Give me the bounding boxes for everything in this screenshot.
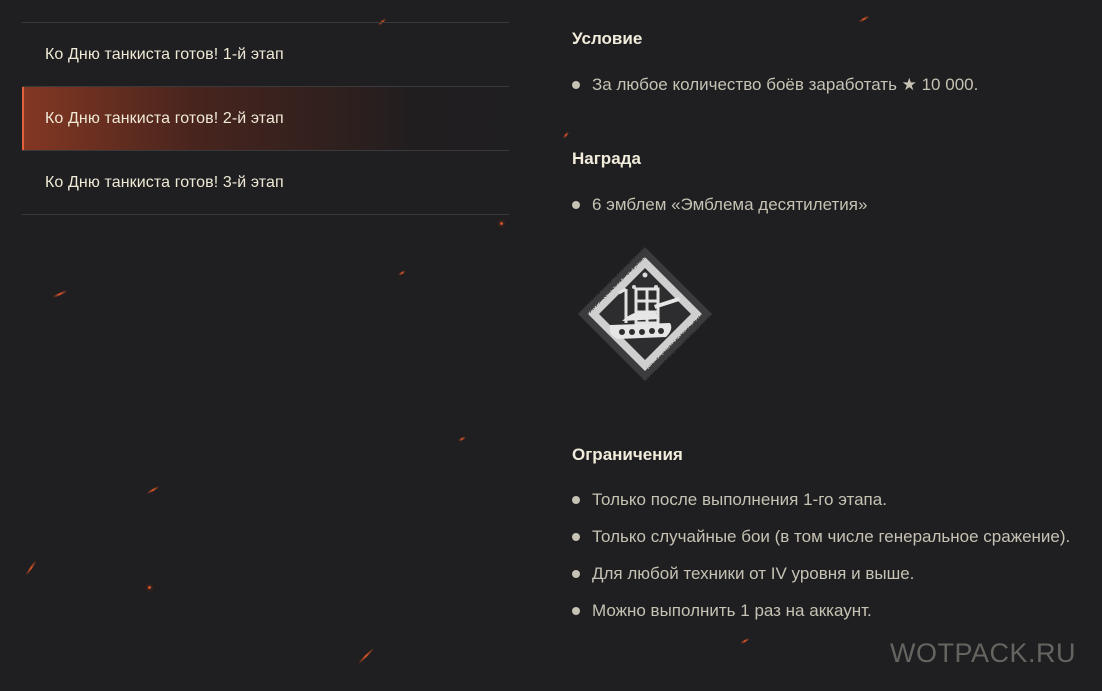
site-watermark: WOTPACK.RU (890, 638, 1076, 668)
restrictions-heading: Ограничения (572, 445, 683, 464)
stage-item-2[interactable]: Ко Дню танкиста готов! 2-й этап (22, 87, 509, 151)
restriction-item: Только после выполнения 1-го этапа. (572, 487, 1092, 512)
reward-list: 6 эмблем «Эмблема десятилетия» (572, 192, 1092, 229)
restriction-item: Для любой техники от IV уровня и выше. (572, 561, 1092, 586)
stage-item-label: Ко Дню танкиста готов! 1-й этап (45, 45, 284, 63)
stage-item-label: Ко Дню танкиста готов! 3-й этап (45, 173, 284, 191)
restriction-item: Можно выполнить 1 раз на аккаунт. (572, 598, 1092, 623)
condition-heading: Условие (572, 29, 643, 48)
stage-item-1[interactable]: Ко Дню танкиста готов! 1-й этап (22, 23, 509, 87)
reward-item: 6 эмблем «Эмблема десятилетия» (572, 192, 1092, 217)
stage-item-label: Ко Дню танкиста готов! 2-й этап (45, 109, 284, 127)
condition-list: За любое количество боёв заработать ★ 10… (572, 72, 1092, 109)
restriction-item: Только случайные бои (в том числе генера… (572, 524, 1092, 549)
stage-list: Ко Дню танкиста готов! 1-й этап Ко Дню т… (22, 22, 509, 215)
reward-heading: Награда (572, 149, 641, 168)
tenth-anniversary-emblem-icon (574, 243, 716, 385)
restrictions-list: Только после выполнения 1-го этапа. Толь… (572, 487, 1092, 635)
stage-item-3[interactable]: Ко Дню танкиста готов! 3-й этап (22, 151, 509, 215)
condition-item: За любое количество боёв заработать ★ 10… (572, 72, 1092, 97)
